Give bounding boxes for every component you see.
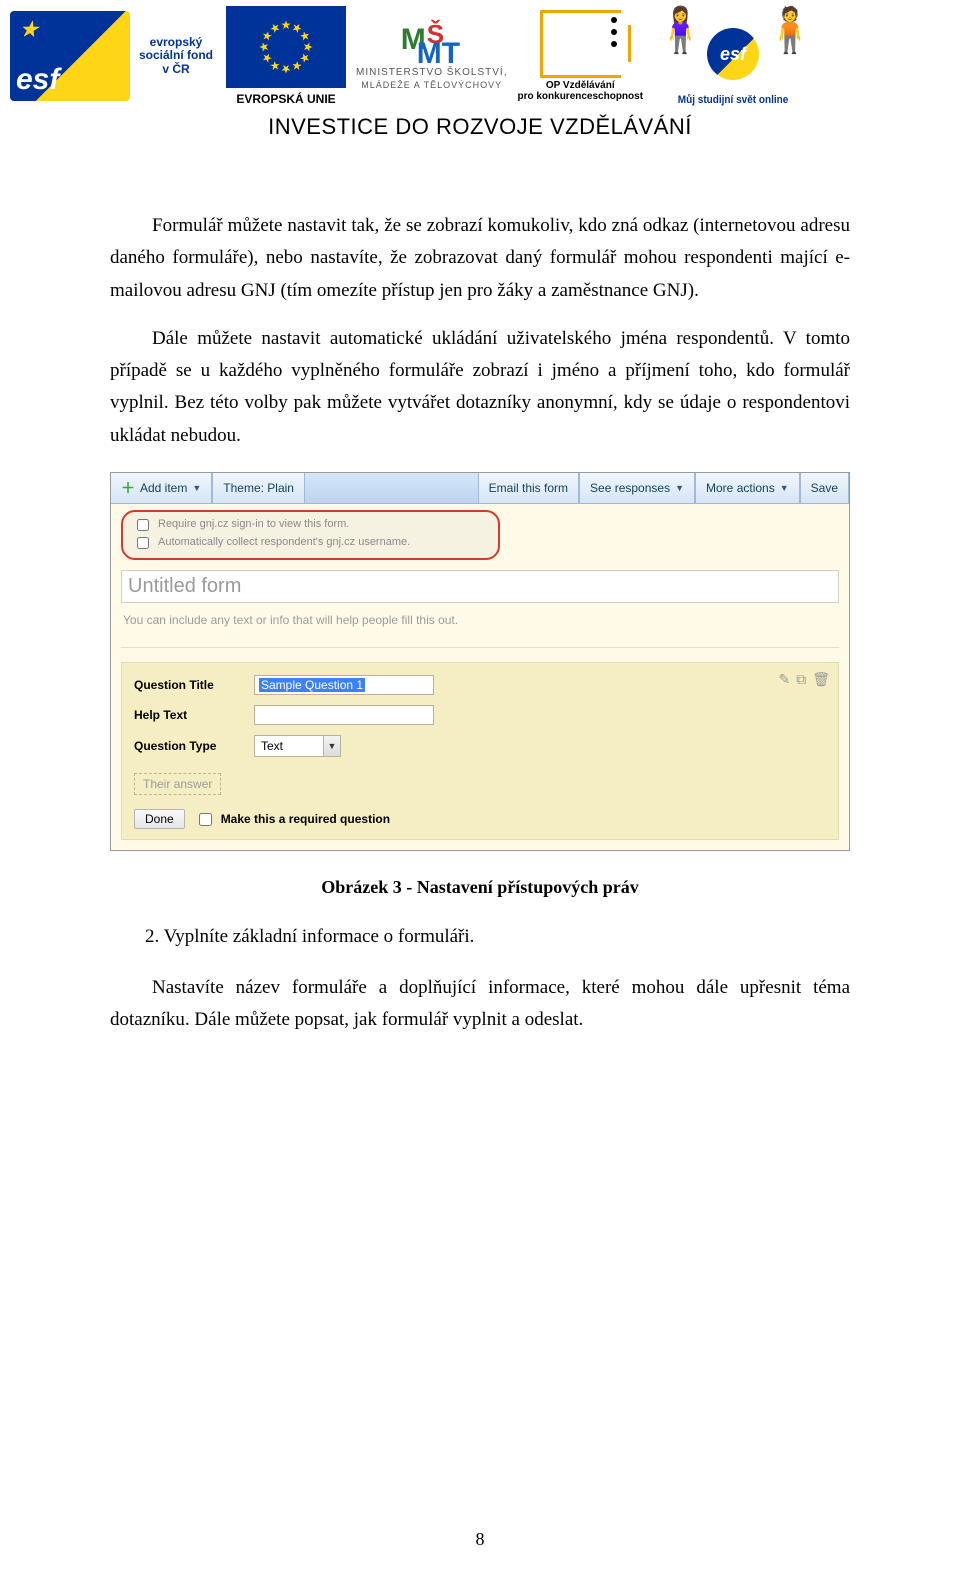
form-description-placeholder[interactable]: You can include any text or info that wi… xyxy=(121,607,839,648)
body-text: Formulář můžete nastavit tak, že se zobr… xyxy=(110,210,850,452)
step-2-item: 2. Vyplníte základní informace o formulá… xyxy=(145,926,850,948)
form-toolbar: ＋ Add item ▼ Theme: Plain Email this for… xyxy=(111,473,849,504)
email-form-button[interactable]: Email this form xyxy=(478,473,579,503)
msmt-caption-2: MLÁDEŽE A TĚLOVÝCHOVY xyxy=(361,80,502,90)
question-title-input[interactable]: Sample Question 1 xyxy=(254,675,434,695)
form-title-input[interactable] xyxy=(121,570,839,603)
save-label: Save xyxy=(811,481,838,495)
more-actions-label: More actions xyxy=(706,481,775,495)
eu-flag: ★ ★ ★ ★ ★ ★ ★ ★ ★ ★ ★ ★ xyxy=(226,6,346,88)
chevron-down-icon: ▼ xyxy=(780,483,789,493)
see-responses-button[interactable]: See responses ▼ xyxy=(579,473,695,503)
eu-label: EVROPSKÁ UNIE xyxy=(236,92,335,106)
op-caption-2: pro konkurenceschopnost xyxy=(517,91,643,102)
esf-logo: esf xyxy=(10,11,130,101)
question-box: ✎ ⧉ 🗑 Question Title Sample Question 1 H… xyxy=(121,662,839,840)
form-editor-figure: ＋ Add item ▼ Theme: Plain Email this for… xyxy=(110,472,850,851)
answer-placeholder: Their answer xyxy=(134,773,221,795)
plus-icon: ＋ xyxy=(121,478,135,498)
esf-logo-block: esf evropský sociální fond v ČR xyxy=(10,11,216,101)
theme-label: Theme: Plain xyxy=(223,481,294,495)
collect-username-option[interactable]: Automatically collect respondent's gnj.c… xyxy=(133,534,488,552)
banner-text: INVESTICE DO ROZVOJE VZDĚLÁVÁNÍ xyxy=(0,114,960,140)
require-signin-option[interactable]: Require gnj.cz sign-in to view this form… xyxy=(133,516,488,534)
required-label: Make this a required question xyxy=(221,812,390,826)
add-item-button[interactable]: ＋ Add item ▼ xyxy=(111,473,212,503)
question-title-label: Question Title xyxy=(134,678,254,692)
page-number: 8 xyxy=(0,1529,960,1550)
add-item-label: Add item xyxy=(140,481,187,495)
more-actions-button[interactable]: More actions ▼ xyxy=(695,473,800,503)
figure-caption: Obrázek 3 - Nastavení přístupových práv xyxy=(0,877,960,898)
duplicate-icon[interactable]: ⧉ xyxy=(796,671,806,688)
eu-logo-block: ★ ★ ★ ★ ★ ★ ★ ★ ★ ★ ★ ★ EVROPSKÁ UNIE xyxy=(226,6,346,106)
closing-paragraph: Nastavíte název formuláře a doplňující i… xyxy=(110,972,850,1037)
collect-username-label: Automatically collect respondent's gnj.c… xyxy=(158,534,410,552)
esf-logo-caption: evropský sociální fond v ČR xyxy=(136,36,216,76)
op-caption: OP Vzdělávání pro konkurenceschopnost xyxy=(517,80,643,103)
world-caption: Můj studijní svět online xyxy=(653,94,813,106)
trash-icon[interactable]: 🗑 xyxy=(812,671,830,688)
save-button[interactable]: Save xyxy=(800,473,849,503)
paragraph-1: Formulář můžete nastavit tak, že se zobr… xyxy=(110,210,850,307)
question-type-value: Text xyxy=(255,739,323,753)
collect-username-checkbox[interactable] xyxy=(137,537,149,549)
require-signin-checkbox[interactable] xyxy=(137,519,149,531)
question-title-value: Sample Question 1 xyxy=(259,678,365,692)
question-type-select[interactable]: Text ▼ xyxy=(254,735,341,757)
required-option[interactable]: Make this a required question xyxy=(195,810,390,829)
chevron-down-icon: ▼ xyxy=(323,736,340,756)
done-button[interactable]: Done xyxy=(134,809,185,829)
help-text-label: Help Text xyxy=(134,708,254,722)
help-text-input[interactable] xyxy=(254,705,434,725)
email-form-label: Email this form xyxy=(489,481,568,495)
op-logo xyxy=(540,10,621,78)
required-checkbox[interactable] xyxy=(199,813,212,826)
op-logo-block: OP Vzdělávání pro konkurenceschopnost xyxy=(517,10,643,103)
header-logos: esf evropský sociální fond v ČR ★ ★ ★ ★ … xyxy=(0,0,960,106)
chevron-down-icon: ▼ xyxy=(192,483,201,493)
question-type-label: Question Type xyxy=(134,739,254,753)
see-responses-label: See responses xyxy=(590,481,670,495)
msmt-logo: MŠMT xyxy=(397,23,467,65)
world-ball-icon: esf xyxy=(707,28,759,80)
access-options-box: Require gnj.cz sign-in to view this form… xyxy=(121,510,500,560)
op-caption-1: OP Vzdělávání xyxy=(546,80,615,91)
require-signin-label: Require gnj.cz sign-in to view this form… xyxy=(158,516,349,534)
chevron-down-icon: ▼ xyxy=(675,483,684,493)
msmt-logo-block: MŠMT MINISTERSTVO ŠKOLSTVÍ, MLÁDEŽE A TĚ… xyxy=(356,23,507,90)
world-logo-block: 🧍‍♀️ 🧍 esf Můj studijní svět online xyxy=(653,6,813,106)
paragraph-2: Dále můžete nastavit automatické ukládán… xyxy=(110,323,850,452)
theme-button[interactable]: Theme: Plain xyxy=(212,473,305,503)
closing-text: Nastavíte název formuláře a doplňující i… xyxy=(110,972,850,1037)
pencil-icon[interactable]: ✎ xyxy=(778,671,790,688)
